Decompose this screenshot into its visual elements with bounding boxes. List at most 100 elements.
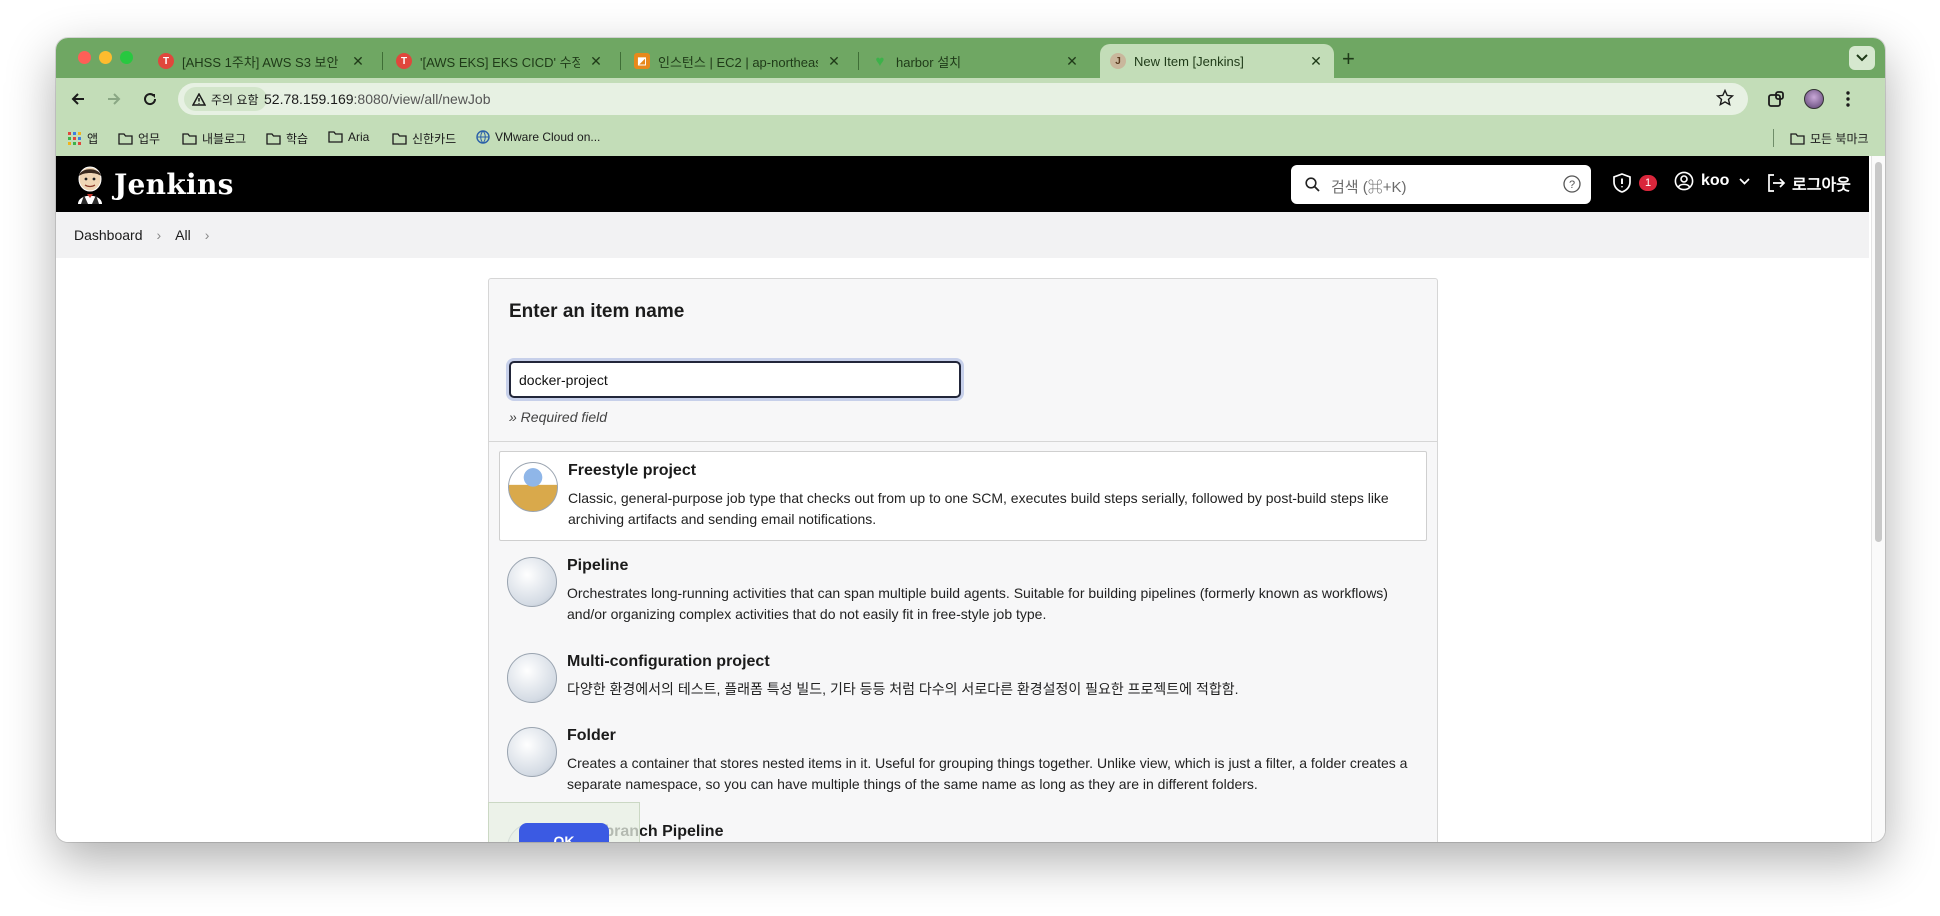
close-tab-icon[interactable]: ✕ — [1064, 53, 1080, 70]
bookmark-folder-study[interactable]: 학습 — [266, 130, 308, 147]
item-type-description: Orchestrates long-running activities tha… — [567, 585, 1388, 622]
jenkins-favicon-icon: J — [1110, 53, 1126, 69]
bookmarks-divider — [1773, 129, 1774, 147]
profile-avatar[interactable] — [1802, 87, 1826, 111]
item-type-name: Freestyle project — [568, 462, 697, 479]
browser-toolbar: 주의 요함 52.78.159.169:8080/view/all/newJob — [56, 78, 1885, 120]
bookmark-folder-aria[interactable]: Aria — [328, 130, 369, 144]
url-path: :8080/view/all/newJob — [353, 91, 491, 107]
jenkins-logo[interactable]: Jenkins — [74, 164, 234, 204]
ok-button[interactable]: OK — [519, 823, 609, 842]
shield-alert-icon — [1613, 173, 1631, 193]
tab-jenkins-new-item[interactable]: J New Item [Jenkins] ✕ — [1100, 44, 1334, 78]
reload-icon[interactable] — [138, 87, 162, 111]
tab-separator — [382, 52, 383, 70]
bookmarks-bar: 앱 업무 내블로그 학습 Aria 신한카드 VMware Cloud on..… — [56, 120, 1885, 156]
close-tab-icon[interactable]: ✕ — [826, 53, 842, 70]
search-placeholder: 검색 (⌘+K) — [1331, 179, 1407, 196]
window-controls — [78, 51, 133, 64]
jenkins-search-box[interactable]: 검색 (⌘+K) ? — [1291, 165, 1591, 204]
bookmark-folder-shinhan[interactable]: 신한카드 — [392, 130, 456, 147]
breadcrumb-chevron-icon[interactable]: › — [157, 227, 162, 243]
tab-aws-eks[interactable]: T '[AWS EKS] EKS CICD' 수정하 ✕ — [386, 44, 614, 78]
folder-icon — [1790, 132, 1805, 145]
tab-title: '[AWS EKS] EKS CICD' 수정하 — [420, 54, 580, 70]
tab-title: New Item [Jenkins] — [1134, 53, 1244, 69]
page-scrollbar[interactable] — [1871, 156, 1885, 842]
close-tab-icon[interactable]: ✕ — [1308, 53, 1324, 70]
url-text[interactable]: 52.78.159.169:8080/view/all/newJob — [264, 91, 491, 107]
bookmark-label: 업무 — [138, 132, 161, 146]
vmware-globe-icon — [476, 130, 490, 144]
user-circle-icon — [1674, 171, 1694, 191]
breadcrumb-dashboard[interactable]: Dashboard — [74, 227, 143, 243]
bookmark-label: Aria — [348, 130, 370, 144]
aws-ec2-favicon-icon: ◩ — [634, 53, 650, 69]
extensions-puzzle-icon[interactable] — [1764, 87, 1788, 111]
item-type-freestyle[interactable]: Freestyle project Classic, general-purpo… — [499, 451, 1427, 541]
bookmark-apps[interactable]: 앱 — [68, 130, 98, 147]
folder-icon — [266, 132, 281, 145]
required-field-note: » Required field — [509, 409, 608, 425]
user-menu[interactable]: koo — [1674, 171, 1751, 191]
back-arrow-icon[interactable] — [66, 87, 90, 111]
new-item-panel: Enter an item name » Required field Free… — [488, 278, 1438, 842]
breadcrumb-chevron-icon[interactable]: › — [205, 227, 210, 243]
tab-ec2-instances[interactable]: ◩ 인스턴스 | EC2 | ap-northeast- ✕ — [624, 44, 852, 78]
logout-label: 로그아웃 — [1792, 177, 1851, 194]
search-icon — [1305, 177, 1320, 192]
jenkins-butler-icon — [78, 166, 102, 204]
new-tab-plus-icon[interactable]: + — [1342, 46, 1355, 72]
browser-window: T [AHSS 1주차] AWS S3 보안 (2) ✕ T '[AWS EKS… — [56, 38, 1885, 842]
alert-count-badge: 1 — [1639, 175, 1658, 191]
folder-icon — [118, 132, 133, 145]
svg-text:?: ? — [1569, 179, 1575, 191]
browser-menu-kebab-icon[interactable] — [1836, 87, 1860, 111]
security-alert-button[interactable]: 1 — [1611, 172, 1658, 194]
tistory-favicon-icon: T — [396, 53, 412, 69]
tab-harbor[interactable]: ♥ harbor 설치 ✕ — [862, 44, 1090, 78]
bookmark-label: 학습 — [286, 132, 309, 146]
divider — [489, 441, 1437, 442]
item-type-folder[interactable]: Folder Creates a container that stores n… — [499, 717, 1427, 805]
item-type-description: Classic, general-purpose job type that c… — [568, 490, 1389, 527]
help-question-icon[interactable]: ? — [1563, 175, 1581, 193]
pipeline-icon — [507, 557, 557, 607]
tab-aws-s3[interactable]: T [AHSS 1주차] AWS S3 보안 (2) ✕ — [148, 44, 376, 78]
logout-arrow-icon — [1768, 174, 1786, 192]
folder-icon — [328, 131, 343, 143]
warning-triangle-icon — [192, 92, 206, 106]
folder-icon — [392, 132, 407, 145]
bookmark-all-bookmarks[interactable]: 모든 북마크 — [1790, 130, 1869, 147]
item-type-multi-configuration[interactable]: Multi-configuration project 다양한 환경에서의 테스… — [499, 643, 1427, 710]
bookmark-label: 앱 — [87, 132, 99, 146]
bookmark-folder-work[interactable]: 업무 — [118, 130, 160, 147]
username-label: koo — [1701, 172, 1730, 189]
logout-button[interactable]: 로그아웃 — [1766, 171, 1851, 195]
address-bar[interactable]: 주의 요함 52.78.159.169:8080/view/all/newJob — [178, 83, 1748, 115]
security-warning-chip[interactable]: 주의 요함 — [184, 87, 267, 111]
bookmark-star-icon[interactable] — [1715, 88, 1735, 112]
page-title: Enter an item name — [509, 301, 685, 322]
tab-search-chevron-icon[interactable] — [1849, 46, 1875, 70]
tab-separator — [620, 52, 621, 70]
item-type-pipeline[interactable]: Pipeline Orchestrates long-running activ… — [499, 547, 1427, 635]
breadcrumb-all[interactable]: All — [175, 227, 191, 243]
forward-arrow-icon[interactable] — [102, 87, 126, 111]
bookmark-label: 신한카드 — [412, 132, 457, 146]
close-tab-icon[interactable]: ✕ — [588, 53, 604, 70]
close-tab-icon[interactable]: ✕ — [350, 53, 366, 70]
maximize-window-button[interactable] — [120, 51, 133, 64]
tab-title: harbor 설치 — [896, 54, 962, 70]
jenkins-header: Jenkins 검색 (⌘+K) ? 1 koo 로그아웃 — [56, 156, 1869, 212]
minimize-window-button[interactable] — [99, 51, 112, 64]
close-window-button[interactable] — [78, 51, 91, 64]
scrollbar-thumb[interactable] — [1875, 162, 1882, 542]
bookmark-folder-blog[interactable]: 내블로그 — [182, 130, 246, 147]
bookmark-vmware-cloud[interactable]: VMware Cloud on... — [476, 130, 600, 144]
tistory-favicon-icon: T — [158, 53, 174, 69]
apps-grid-icon — [68, 131, 81, 145]
item-type-name: Folder — [567, 727, 616, 744]
item-name-input[interactable] — [509, 361, 961, 398]
ok-button-container: OK — [488, 802, 640, 842]
